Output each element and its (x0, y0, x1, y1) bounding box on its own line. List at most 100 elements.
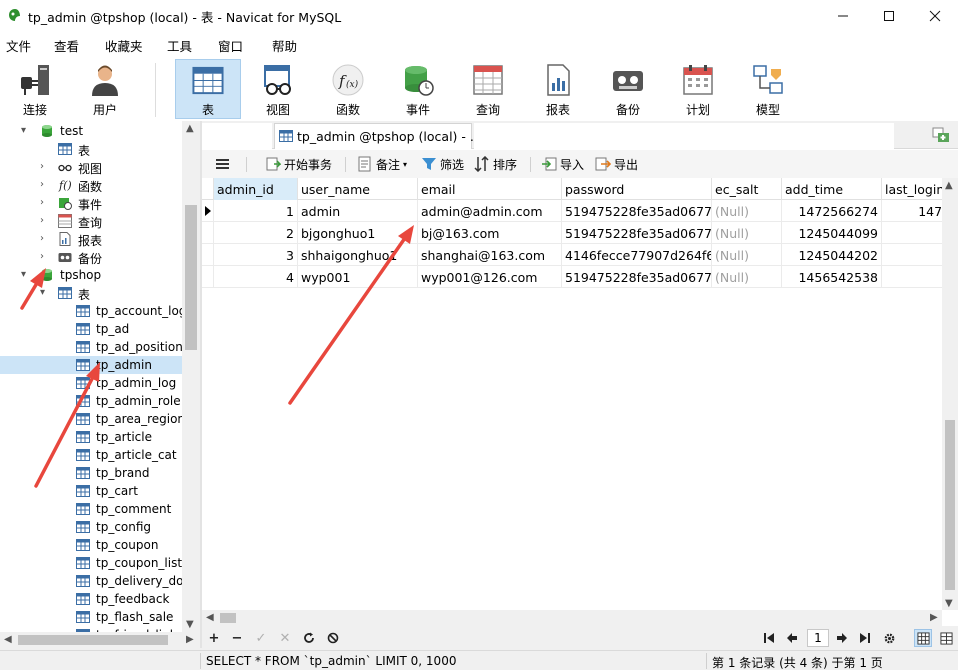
table-cell[interactable]: 4 (214, 266, 298, 288)
table-cell[interactable]: 519475228fe35ad0677444 (562, 266, 712, 288)
chevron-right-icon[interactable]: › (40, 161, 44, 172)
table-cell[interactable]: (Null) (712, 222, 782, 244)
tree-table-item[interactable]: tp_article (0, 428, 182, 446)
chevron-right-icon[interactable]: › (40, 179, 44, 190)
tree-node-reports[interactable]: › 报表 (0, 230, 182, 248)
column-header-last-login[interactable]: last_login (882, 178, 942, 200)
chevron-down-icon[interactable]: ▾ (40, 287, 45, 298)
table-cell[interactable]: admin@admin.com (418, 200, 562, 222)
table-cell[interactable]: bjgonghuo1 (298, 222, 418, 244)
scroll-right-icon[interactable]: ▶ (930, 612, 938, 623)
table-cell[interactable]: (Null) (712, 200, 782, 222)
toolbar-event-button[interactable]: 事件 (385, 59, 451, 119)
table-cell[interactable]: 1472566274 (782, 200, 882, 222)
sort-button[interactable]: 排序 (474, 155, 517, 173)
menu-help[interactable]: 帮助 (272, 36, 297, 55)
tree-node-views[interactable]: › 视图 (0, 158, 182, 176)
table-row[interactable]: 3 shhaigonghuo1 shanghai@163.com 4146fecce7… (202, 244, 942, 266)
begin-transaction-button[interactable]: 开始事务 (265, 155, 332, 173)
tree-table-item[interactable]: tp_cart (0, 482, 182, 500)
table-cell[interactable]: (Null) (712, 244, 782, 266)
table-cell[interactable]: 1 (214, 200, 298, 222)
tree-table-item[interactable]: tp_ad_position (0, 338, 183, 356)
table-cell[interactable]: 14725 (882, 200, 942, 222)
tree-table-item[interactable]: tp_flash_sale (0, 608, 182, 626)
toolbar-user-button[interactable]: 用户 (72, 59, 138, 119)
tree-node-backups[interactable]: › 备份 (0, 248, 182, 266)
tree-node-queries[interactable]: › 查询 (0, 212, 182, 230)
scroll-thumb[interactable] (945, 420, 955, 590)
filter-button[interactable]: 筛选 (421, 155, 464, 173)
chevron-right-icon[interactable]: › (40, 251, 44, 262)
memo-button[interactable]: 备注 ▾ (357, 155, 407, 173)
table-cell[interactable]: 2 (214, 222, 298, 244)
tree-node-tpshop-tables[interactable]: ▾ 表 (0, 284, 182, 302)
tree-table-item[interactable]: tp_brand (0, 464, 182, 482)
delete-record-button[interactable]: − (228, 629, 246, 647)
column-header-add-time[interactable]: add_time (782, 178, 882, 200)
tab-objects[interactable] (202, 123, 272, 149)
column-header-password[interactable]: password (562, 178, 712, 200)
menu-favorites[interactable]: 收藏夹 (105, 36, 143, 55)
column-header-admin-id[interactable]: admin_id (214, 178, 298, 200)
tree-table-item[interactable]: tp_coupon (0, 536, 182, 554)
chevron-right-icon[interactable]: › (40, 197, 44, 208)
chevron-down-icon[interactable]: ▾ (21, 125, 26, 136)
chevron-right-icon[interactable]: › (40, 233, 44, 244)
toolbar-model-button[interactable]: 模型 (735, 59, 801, 119)
tree-table-item[interactable]: tp_delivery_doc (0, 572, 190, 590)
toolbar-connection-button[interactable]: 连接 (2, 59, 68, 119)
scroll-thumb[interactable] (185, 205, 197, 350)
toolbar-query-button[interactable]: 查询 (455, 59, 521, 119)
menu-view[interactable]: 查看 (54, 36, 79, 55)
tree-node-functions[interactable]: › f() 函数 (0, 176, 182, 194)
table-row[interactable]: 2 bjgonghuo1 bj@163.com 519475228fe35ad0677… (202, 222, 942, 244)
scroll-up-icon[interactable]: ▲ (186, 123, 194, 134)
table-cell[interactable]: 3 (214, 244, 298, 266)
chevron-down-icon[interactable]: ▾ (21, 269, 26, 280)
grid-view-button[interactable] (914, 629, 932, 647)
minimize-button[interactable] (820, 0, 866, 31)
table-cell[interactable]: wyp001@126.com (418, 266, 562, 288)
scroll-right-icon[interactable]: ▶ (186, 634, 194, 645)
table-cell[interactable]: 519475228fe35ad0677444 (562, 222, 712, 244)
table-cell[interactable]: shhaigonghuo1 (298, 244, 418, 266)
table-cell[interactable]: 519475228fe35ad0677444 (562, 200, 712, 222)
scroll-up-icon[interactable]: ▲ (945, 180, 953, 191)
add-record-button[interactable]: + (205, 629, 223, 647)
table-row[interactable]: 4 wyp001 wyp001@126.com 519475228fe35ad0677… (202, 266, 942, 288)
column-header-email[interactable]: email (418, 178, 562, 200)
tree-node-tables[interactable]: 表 (0, 140, 182, 158)
tree-table-item[interactable]: tp_article_cat (0, 446, 182, 464)
toolbar-report-button[interactable]: 报表 (525, 59, 591, 119)
stop-button[interactable] (324, 629, 342, 647)
row-selector[interactable] (202, 222, 214, 244)
toolbar-table-button[interactable]: 表 (175, 59, 241, 119)
tree-table-item[interactable]: tp_coupon_list (0, 554, 182, 572)
table-cell[interactable]: (Null) (712, 266, 782, 288)
last-page-button[interactable] (856, 629, 874, 647)
export-button[interactable]: 导出 (595, 155, 638, 173)
tree-table-item[interactable]: tp_account_log (0, 302, 186, 320)
maximize-button[interactable] (866, 0, 912, 31)
table-cell[interactable]: bj@163.com (418, 222, 562, 244)
table-cell[interactable]: shanghai@163.com (418, 244, 562, 266)
column-header-ec-salt[interactable]: ec_salt (712, 178, 782, 200)
apply-changes-button[interactable]: ✓ (252, 629, 270, 647)
menu-tools[interactable]: 工具 (167, 36, 192, 55)
tree-horizontal-scrollbar[interactable]: ◀ ▶ (0, 632, 200, 648)
discard-changes-button[interactable]: ✕ (276, 629, 294, 647)
toolbar-function-button[interactable]: f (x) 函数 (315, 59, 381, 119)
scroll-left-icon[interactable]: ◀ (4, 634, 12, 645)
column-header-user-name[interactable]: user_name (298, 178, 418, 200)
menu-file[interactable]: 文件 (6, 36, 31, 55)
page-number-input[interactable]: 1 (807, 629, 829, 647)
tree-node-events[interactable]: › 事件 (0, 194, 182, 212)
tree-table-item[interactable]: tp_admin_role (0, 392, 182, 410)
tree-db-test[interactable]: ▾ test (0, 122, 182, 140)
grid-vertical-scrollbar[interactable]: ▲ ▼ (942, 178, 958, 610)
table-cell[interactable] (882, 244, 942, 266)
scroll-down-icon[interactable]: ▼ (186, 619, 194, 630)
table-cell[interactable] (882, 266, 942, 288)
table-cell[interactable]: 1456542538 (782, 266, 882, 288)
